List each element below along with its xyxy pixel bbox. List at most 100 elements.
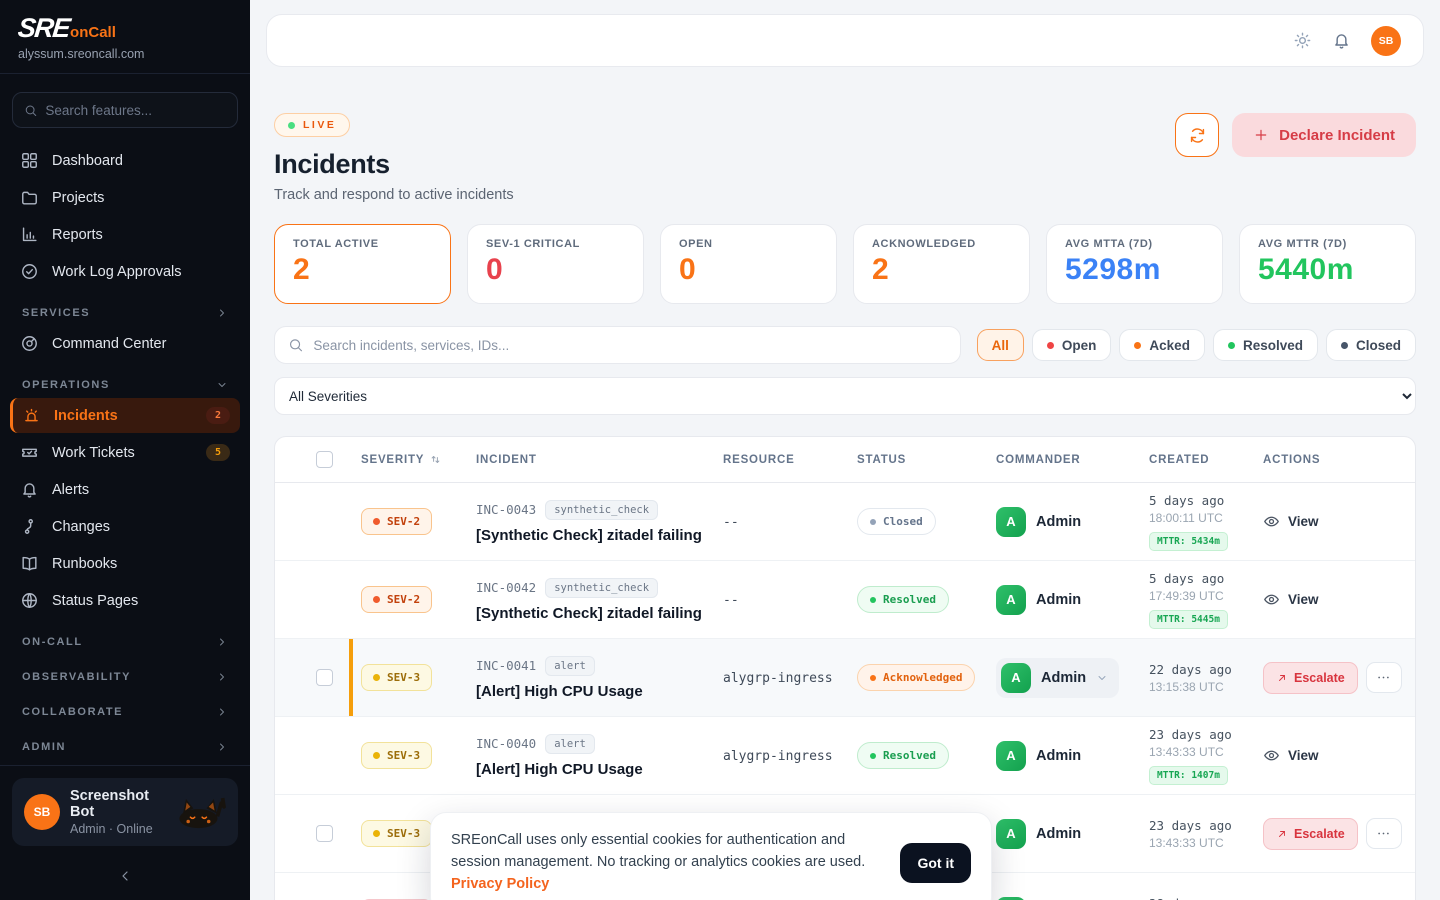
page-subtitle: Track and respond to active incidents xyxy=(274,187,514,203)
sidebar-item-dashboard[interactable]: Dashboard xyxy=(10,143,240,178)
theme-toggle-sun-icon[interactable] xyxy=(1293,31,1312,50)
stat-card[interactable]: AVG MTTA (7D)5298m xyxy=(1046,224,1223,304)
topbar-avatar[interactable]: SB xyxy=(1371,26,1401,56)
chevron-right-icon xyxy=(216,706,228,718)
dots-icon xyxy=(1376,670,1391,685)
column-header-created: CREATED xyxy=(1149,454,1263,466)
created-relative: 22 days ago xyxy=(1149,662,1263,677)
table-row[interactable]: SEV-3INC-0041alert[Alert] High CPU Usage… xyxy=(275,639,1415,717)
commander-name: Admin xyxy=(1036,514,1081,530)
sidebar-item-changes[interactable]: Changes xyxy=(10,509,240,544)
sidebar-item-label: Work Tickets xyxy=(52,445,135,461)
declare-incident-button[interactable]: Declare Incident xyxy=(1232,113,1416,157)
filter-pill-acked[interactable]: Acked xyxy=(1119,329,1205,361)
filter-pill-closed[interactable]: Closed xyxy=(1326,329,1416,361)
commander-avatar: A xyxy=(1001,663,1031,693)
incident-search[interactable] xyxy=(274,326,961,364)
severity-badge: SEV-3 xyxy=(361,742,432,769)
sidebar-section-operations[interactable]: OPERATIONS xyxy=(0,373,250,397)
chevron-down-icon xyxy=(216,379,228,391)
created-relative: 28 days ago xyxy=(1149,896,1263,900)
nav-badge: 2 xyxy=(206,407,230,424)
section-label: COLLABORATE xyxy=(22,706,123,718)
severity-dot xyxy=(373,518,380,525)
stat-card[interactable]: OPEN0 xyxy=(660,224,837,304)
chevron-right-icon xyxy=(216,671,228,683)
status-dot xyxy=(1047,342,1054,349)
row-checkbox[interactable] xyxy=(316,669,333,686)
projects-icon xyxy=(20,188,39,207)
stat-card[interactable]: AVG MTTR (7D)5440m xyxy=(1239,224,1416,304)
view-button[interactable]: View xyxy=(1263,513,1319,530)
column-header-severity[interactable]: SEVERITY xyxy=(361,453,476,466)
filter-pill-resolved[interactable]: Resolved xyxy=(1213,329,1318,361)
commander-avatar: A xyxy=(996,741,1026,771)
user-name: Screenshot Bot xyxy=(70,788,165,820)
escalate-label: Escalate xyxy=(1294,671,1345,685)
commander-name: Admin xyxy=(1036,592,1081,608)
escalate-button[interactable]: Escalate xyxy=(1263,662,1358,694)
row-checkbox[interactable] xyxy=(316,825,333,842)
cookie-text: SREonCall uses only essential cookies fo… xyxy=(451,830,882,895)
sidebar-item-alerts[interactable]: Alerts xyxy=(10,472,240,507)
sidebar-section-admin[interactable]: ADMIN xyxy=(0,735,250,759)
sidebar-section-services[interactable]: SERVICES xyxy=(0,301,250,325)
created-timestamp: 18:00:11 UTC xyxy=(1149,511,1263,525)
column-header-label: STATUS xyxy=(857,454,906,466)
stat-card[interactable]: TOTAL ACTIVE2 xyxy=(274,224,451,304)
sidebar-footer: SB Screenshot Bot Admin · Online xyxy=(0,765,250,900)
incident-tag: synthetic_check xyxy=(545,500,658,520)
view-button[interactable]: View xyxy=(1263,591,1319,608)
stat-card[interactable]: SEV-1 CRITICAL0 xyxy=(467,224,644,304)
user-card[interactable]: SB Screenshot Bot Admin · Online xyxy=(12,778,238,846)
privacy-policy-link[interactable]: Privacy Policy xyxy=(451,876,549,892)
stat-label: OPEN xyxy=(679,238,818,250)
incident-resource: -- xyxy=(723,593,739,608)
filter-pill-all[interactable]: All xyxy=(977,329,1024,361)
select-all-checkbox[interactable] xyxy=(316,451,333,468)
sidebar-item-command-center[interactable]: Command Center xyxy=(10,326,240,361)
sidebar-section-on-call[interactable]: ON-CALL xyxy=(0,630,250,654)
nav-badge: 5 xyxy=(206,444,230,461)
sidebar-search-input[interactable] xyxy=(45,103,226,118)
sidebar-item-runbooks[interactable]: Runbooks xyxy=(10,546,240,581)
incident-search-input[interactable] xyxy=(313,338,946,353)
column-header-label: ACTIONS xyxy=(1263,454,1320,466)
sidebar-item-work-tickets[interactable]: Work Tickets 5 xyxy=(10,435,240,470)
incident-title[interactable]: [Alert] High CPU Usage xyxy=(476,683,723,700)
more-actions-button[interactable] xyxy=(1366,818,1402,849)
sidebar-item-projects[interactable]: Projects xyxy=(10,180,240,215)
table-row[interactable]: SEV-2INC-0042synthetic_check[Synthetic C… xyxy=(275,561,1415,639)
view-button[interactable]: View xyxy=(1263,747,1319,764)
created-relative: 23 days ago xyxy=(1149,727,1263,742)
severity-select[interactable]: All Severities xyxy=(274,377,1416,415)
severity-badge: SEV-3 xyxy=(361,664,432,691)
dots-icon xyxy=(1376,826,1391,841)
escalate-button[interactable]: Escalate xyxy=(1263,818,1358,850)
plus-icon xyxy=(1253,127,1269,143)
content: LIVE Incidents Track and respond to acti… xyxy=(250,67,1440,900)
incident-title[interactable]: [Synthetic Check] zitadel failing xyxy=(476,527,723,544)
status-filter-pills: AllOpenAckedResolvedClosed xyxy=(977,329,1416,361)
sidebar-search[interactable] xyxy=(12,92,238,128)
cookie-accept-button[interactable]: Got it xyxy=(900,843,971,883)
sidebar-item-work-log-approvals[interactable]: Work Log Approvals xyxy=(10,254,240,289)
incident-title[interactable]: [Alert] High CPU Usage xyxy=(476,761,723,778)
notifications-bell-icon[interactable] xyxy=(1332,31,1351,50)
sidebar-item-incidents[interactable]: Incidents2 xyxy=(10,398,240,433)
sidebar-section-collaborate[interactable]: COLLABORATE xyxy=(0,700,250,724)
stat-card[interactable]: ACKNOWLEDGED2 xyxy=(853,224,1030,304)
commander-cell[interactable]: AAdmin xyxy=(996,658,1119,698)
sidebar-section-observability[interactable]: OBSERVABILITY xyxy=(0,665,250,689)
sidebar-item-reports[interactable]: Reports xyxy=(10,217,240,252)
table-row[interactable]: SEV-3INC-0040alert[Alert] High CPU Usage… xyxy=(275,717,1415,795)
filter-pill-open[interactable]: Open xyxy=(1032,329,1112,361)
table-row[interactable]: SEV-2INC-0043synthetic_check[Synthetic C… xyxy=(275,483,1415,561)
incident-title[interactable]: [Synthetic Check] zitadel failing xyxy=(476,605,723,622)
refresh-button[interactable] xyxy=(1175,113,1219,157)
stats-row: TOTAL ACTIVE2SEV-1 CRITICAL0OPEN0ACKNOWL… xyxy=(274,224,1416,304)
more-actions-button[interactable] xyxy=(1366,662,1402,693)
sidebar-item-status-pages[interactable]: Status Pages xyxy=(10,583,240,618)
sidebar-collapse-button[interactable] xyxy=(0,858,250,900)
severity-dot xyxy=(373,596,380,603)
